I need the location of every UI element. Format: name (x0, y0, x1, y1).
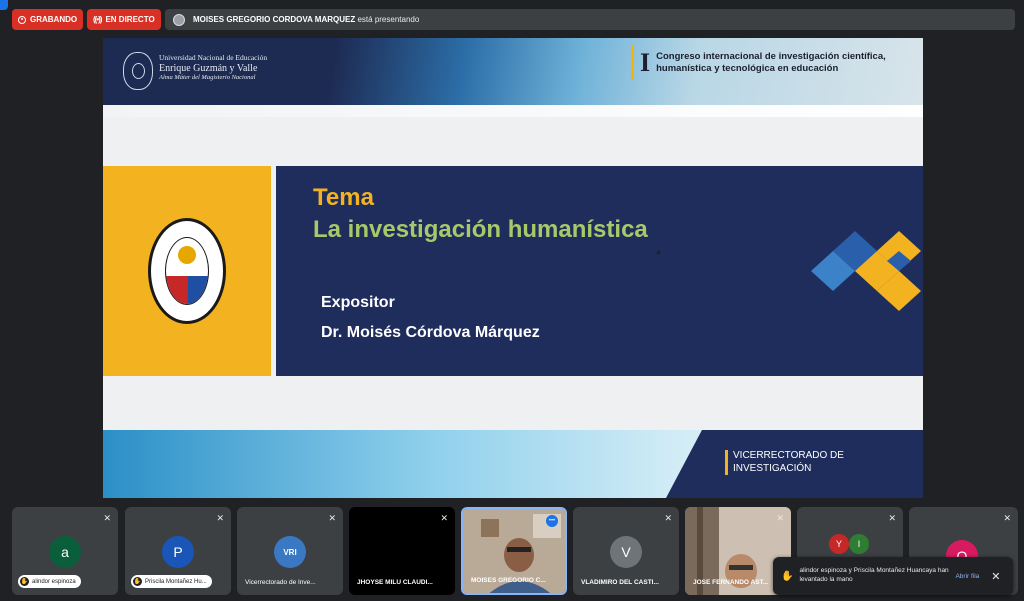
slide-header-stripe (103, 105, 923, 117)
live-badge[interactable]: ((•)) EN DIRECTO (87, 9, 161, 30)
mic-off-icon: ✕ (776, 513, 784, 523)
participant-tile[interactable]: ✕ JHOYSE MILU CLAUDI... (349, 507, 455, 595)
avatar: P (162, 536, 194, 568)
participant-name: alindor espinoza (32, 578, 76, 585)
participant-tile[interactable]: ••• MOISES GREGORIO C... (461, 507, 567, 595)
open-queue-link[interactable]: Abrir fila (955, 573, 979, 580)
presentation-slide: Universidad Nacional de Educación Enriqu… (103, 38, 923, 498)
raised-hand-icon: ✋ (781, 570, 794, 582)
broadcast-icon: ((•)) (93, 15, 103, 24)
mic-off-icon: ✕ (328, 513, 336, 523)
expositor-label: Expositor (321, 294, 395, 311)
recording-label: GRABANDO (30, 15, 78, 24)
mic-off-icon: ✕ (103, 513, 111, 523)
avatar: V (610, 536, 642, 568)
congress-accent-bar (631, 46, 634, 80)
vice-line2: INVESTIGACIÓN (733, 462, 812, 474)
avatar: I (849, 534, 869, 554)
university-line1: Universidad Nacional de Educación (159, 53, 268, 62)
close-icon[interactable]: ✕ (991, 570, 1000, 583)
participant-tile[interactable]: ✕ P ✋ Priscila Montañez Hu... (125, 507, 231, 595)
presenting-suffix: está presentando (357, 15, 420, 24)
vice-label: VICERRECTORADO DE INVESTIGACIÓN (725, 450, 844, 475)
participant-tile[interactable]: ✕ V VLADIMIRO DEL CASTI... (573, 507, 679, 595)
raised-hand-icon: ✋ (133, 577, 142, 586)
mic-off-icon: ✕ (664, 513, 672, 523)
tema-title: La investigación humanística (313, 216, 648, 243)
avatar: a (49, 536, 81, 568)
participant-name: Vicerrectorado de Inve... (245, 579, 316, 586)
slide-body: Tema La investigación humanística Exposi… (103, 166, 923, 376)
mic-off-icon: ✕ (888, 513, 896, 523)
speaking-icon: ••• (546, 515, 558, 527)
participant-name: JOSE FERNANDO AST... (693, 579, 769, 586)
participant-name: VLADIMIRO DEL CASTI... (581, 579, 659, 586)
vice-line1: VICERRECTORADO DE (733, 450, 844, 461)
mic-off-icon: ✕ (216, 513, 224, 523)
participant-name: MOISES GREGORIO C... (471, 577, 546, 584)
avatar: VRI (274, 536, 306, 568)
congress-line2: humanística y tecnológica en educación (656, 63, 839, 74)
participant-name: JHOYSE MILU CLAUDI... (357, 579, 433, 586)
record-icon (18, 15, 26, 24)
presenting-banner[interactable]: MOISES GREGORIO CORDOVA MARQUEZ está pre… (165, 9, 1015, 30)
university-line3: Alma Máter del Magisterio Nacional (159, 74, 256, 82)
university-seal-icon (148, 218, 226, 324)
diamond-pattern-icon (811, 231, 921, 311)
raised-hand-icon: ✋ (20, 577, 29, 586)
participant-name-chip: ✋ alindor espinoza (18, 575, 81, 588)
presenter-name: MOISES GREGORIO CORDOVA MARQUEZ (193, 15, 356, 24)
seal-panel (103, 166, 271, 376)
congress-title: I Congreso internacional de investigació… (631, 44, 921, 82)
expositor-name: Dr. Moisés Córdova Márquez (321, 324, 540, 341)
university-name: Universidad Nacional de Educación Enriqu… (159, 53, 268, 82)
university-logo-icon (123, 52, 153, 90)
presenter-avatar (173, 13, 185, 26)
congress-line1: Congreso internacional de investigación … (656, 50, 886, 62)
participant-name: Priscila Montañez Hu... (145, 578, 207, 585)
mic-off-icon: ✕ (1003, 513, 1011, 523)
tema-label: Tema (313, 184, 374, 211)
top-bar: GRABANDO ((•)) EN DIRECTO MOISES GREGORI… (0, 0, 1024, 36)
mic-off-icon: ✕ (440, 513, 448, 523)
raised-hands-toast: ✋ alindor espinoza y Priscila Montañez H… (773, 557, 1013, 595)
participant-tile[interactable]: ✕ VRI Vicerrectorado de Inve... (237, 507, 343, 595)
participant-tile[interactable]: ✕ a ✋ alindor espinoza (12, 507, 118, 595)
congress-number: I (640, 48, 651, 77)
live-label: EN DIRECTO (105, 15, 155, 24)
recording-badge[interactable]: GRABANDO (12, 9, 84, 30)
avatar: Y (829, 534, 849, 554)
meet-window: GRABANDO ((•)) EN DIRECTO MOISES GREGORI… (0, 0, 1024, 601)
toast-message: alindor espinoza y Priscila Montañez Hua… (799, 567, 949, 583)
university-line2: Enrique Guzmán y Valle (159, 62, 258, 74)
participant-name-chip: ✋ Priscila Montañez Hu... (131, 575, 212, 588)
